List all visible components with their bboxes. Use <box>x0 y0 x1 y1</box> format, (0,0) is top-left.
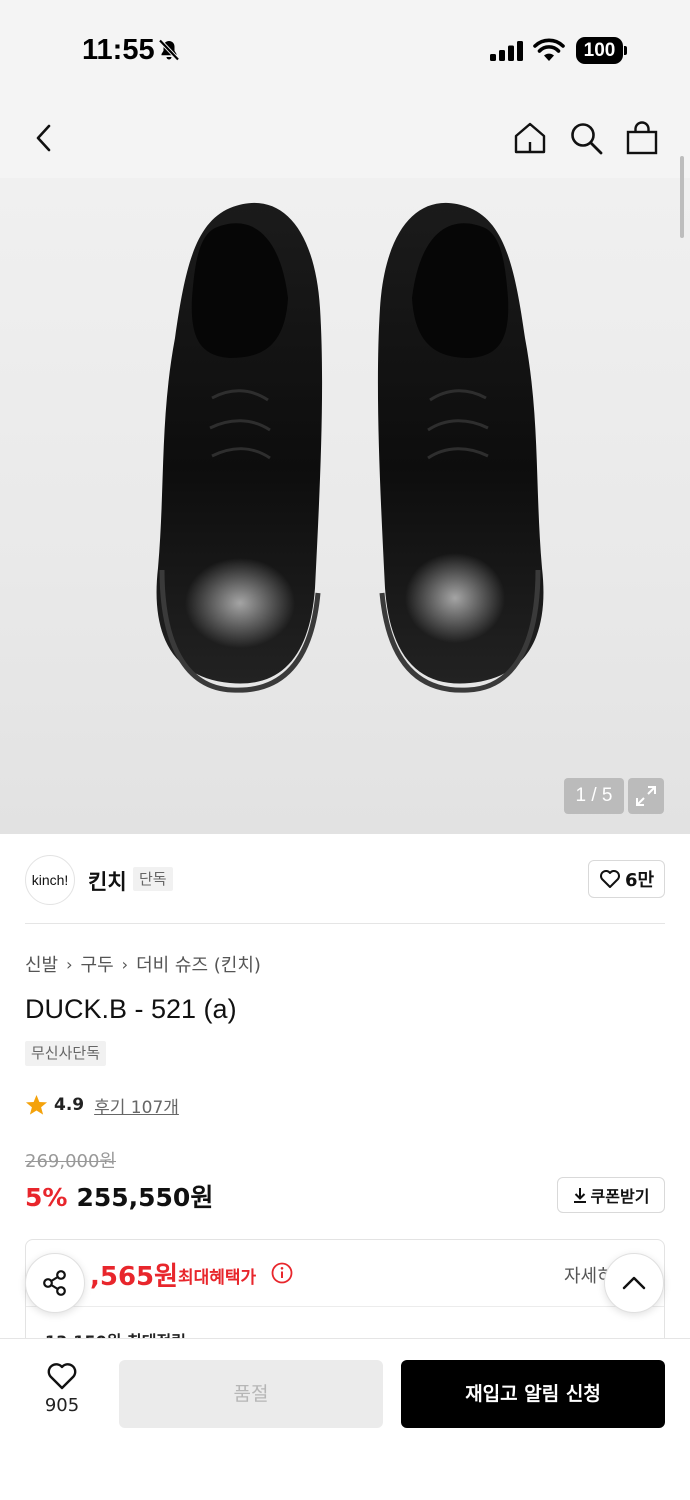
review-link[interactable]: 후기 107개 <box>94 1093 179 1118</box>
chevron-up-icon <box>622 1276 646 1290</box>
search-icon <box>571 123 603 155</box>
divider <box>25 923 665 924</box>
brand-name[interactable]: 킨치 <box>88 866 127 896</box>
wishlist-button[interactable]: 905 <box>30 1361 94 1431</box>
breadcrumb-item[interactable]: 신발 <box>25 951 58 977</box>
status-bar: 11:55 100 <box>0 0 690 100</box>
wifi-icon <box>533 38 565 61</box>
divider <box>26 1306 664 1307</box>
home-button[interactable] <box>510 118 550 158</box>
product-image-gallery[interactable]: 1 / 5 <box>0 178 690 834</box>
breadcrumb-item[interactable]: 구두 <box>81 951 114 977</box>
breadcrumb: 신발 › 구두 › 더비 슈즈 (킨치) <box>25 950 261 978</box>
cart-button[interactable] <box>622 118 662 158</box>
brand-exclusive-tag: 단독 <box>133 867 173 891</box>
max-benefit-label: 최대혜택가 <box>178 1268 257 1288</box>
heart-icon <box>47 1363 77 1390</box>
wishlist-count: 905 <box>44 1395 80 1416</box>
battery-indicator: 100 <box>576 37 628 64</box>
download-icon <box>573 1188 586 1203</box>
share-icon <box>43 1270 66 1296</box>
home-icon <box>514 122 546 154</box>
image-counter: 1 / 5 <box>564 778 624 814</box>
expand-icon <box>636 786 656 806</box>
shopping-bag-icon <box>626 121 658 155</box>
battery-level: 100 <box>576 37 623 64</box>
soldout-button: 품절 <box>119 1360 383 1428</box>
search-button[interactable] <box>566 118 606 158</box>
chevron-right-icon: › <box>66 954 73 974</box>
share-button[interactable] <box>25 1253 85 1313</box>
rating-row: 4.9 후기 107개 <box>25 1092 179 1118</box>
heart-icon <box>599 870 620 888</box>
cellular-signal-icon <box>490 41 523 61</box>
rating-value: 4.9 <box>54 1095 85 1115</box>
breadcrumb-item[interactable]: 더비 슈즈 (킨치) <box>136 951 261 977</box>
sale-price: 255,550원 <box>76 1183 214 1212</box>
chevron-right-icon: › <box>121 954 129 974</box>
status-time: 11:55 <box>82 34 155 66</box>
coupon-button[interactable]: 쿠폰받기 <box>557 1177 665 1213</box>
product-title: DUCK.B - 521 (a) <box>25 994 237 1024</box>
brand-like-count: 6만 <box>624 870 655 891</box>
brand-row: kinch! 킨치 단독 6만 <box>0 834 690 924</box>
star-icon <box>25 1094 48 1115</box>
coupon-label: 쿠폰받기 <box>590 1187 650 1206</box>
original-price: 269,000원 <box>25 1151 116 1172</box>
scroll-indicator <box>680 156 684 238</box>
bottom-action-bar: 905 품절 재입고 알림 신청 <box>0 1338 690 1500</box>
top-nav-bar <box>0 100 690 178</box>
max-benefit-price: ,565원 <box>90 1262 179 1292</box>
brand-logo[interactable]: kinch! <box>25 855 75 905</box>
discount-rate: 5% <box>25 1183 68 1212</box>
price-row: 5% 255,550원 <box>25 1178 213 1214</box>
bell-muted-icon <box>158 39 180 61</box>
scroll-to-top-button[interactable] <box>604 1253 664 1313</box>
brand-like-button[interactable]: 6만 <box>588 860 665 898</box>
chevron-left-icon <box>36 124 51 152</box>
restock-alert-button[interactable]: 재입고 알림 신청 <box>401 1360 665 1428</box>
product-image <box>156 202 544 693</box>
info-icon[interactable] <box>271 1262 293 1284</box>
back-button[interactable] <box>24 118 64 158</box>
exclusive-tag: 무신사단독 <box>25 1041 107 1066</box>
expand-image-button[interactable] <box>628 778 664 814</box>
